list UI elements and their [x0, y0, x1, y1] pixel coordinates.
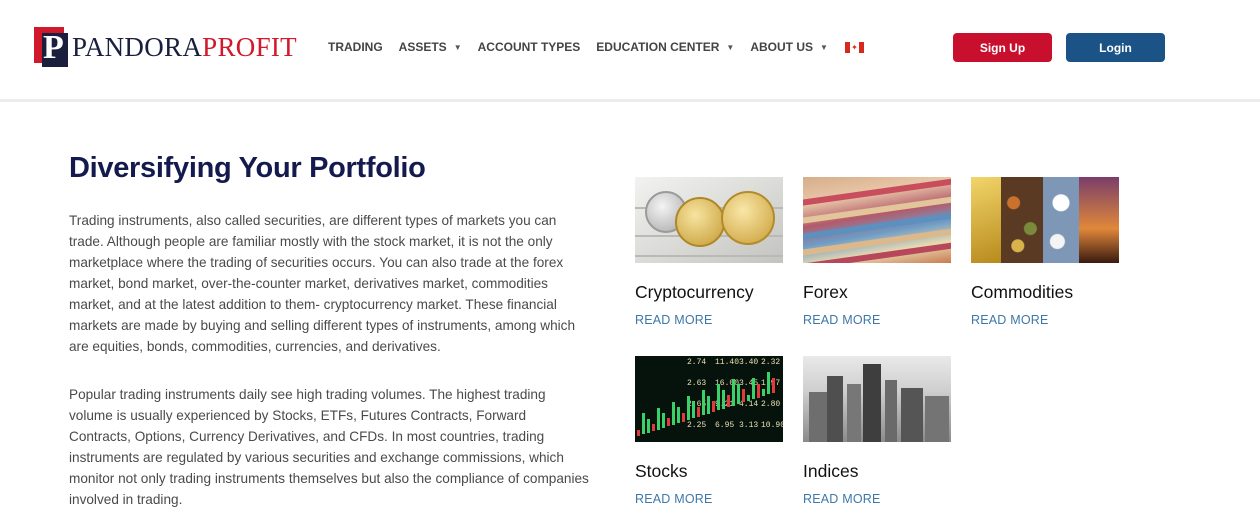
ticker-number: 3.13 [739, 421, 759, 430]
candle-bar [747, 394, 750, 401]
ticker-number: 2.32 [761, 358, 781, 367]
candle-bar [662, 413, 665, 428]
read-more-link[interactable]: READ MORE [635, 313, 713, 327]
logo-text-pandora: PANDORA [72, 32, 203, 62]
candle-bar [642, 413, 645, 435]
main-nav: TRADING ASSETS ▼ ACCOUNT TYPES EDUCATION … [328, 38, 864, 56]
nav-item-account-types[interactable]: ACCOUNT TYPES [478, 40, 581, 54]
page-title: Diversifying Your Portfolio [69, 152, 426, 184]
intro-paragraph: Trading instruments, also called securit… [69, 213, 576, 354]
crypto-coins-image[interactable] [635, 177, 783, 263]
site-header: P PANDORAPROFIT TRADING ASSETS ▼ ACCOUNT … [0, 0, 1260, 102]
card-title[interactable]: Indices [803, 461, 858, 482]
city-skyline-image[interactable] [803, 356, 951, 442]
candle-bar [687, 396, 690, 420]
volume-paragraph: Popular trading instruments daily see hi… [69, 387, 589, 507]
candle-bar [737, 384, 740, 404]
stock-ticker-image[interactable]: 2.7411.403.402.322.6316.003.451.972.659.… [635, 356, 783, 442]
candle-bar [727, 395, 730, 408]
candle-bar [657, 407, 660, 430]
candle-bar [717, 384, 720, 411]
card-title[interactable]: Cryptocurrency [635, 282, 754, 303]
candle-bar [672, 401, 675, 425]
card-title[interactable]: Commodities [971, 282, 1073, 303]
read-more-link[interactable]: READ MORE [635, 492, 713, 506]
candle-bar [677, 407, 680, 424]
ticker-number: 3.40 [739, 358, 759, 367]
chevron-down-icon: ▼ [820, 42, 828, 52]
card-indices: Indices READ MORE [803, 356, 951, 506]
logo-wordmark: PANDORAPROFIT [72, 27, 297, 67]
ticker-number: 10.90 [761, 421, 783, 430]
ticker-number: 6.95 [715, 421, 735, 430]
candle-bar [722, 389, 725, 409]
candle-bar [742, 389, 745, 403]
candle-bar [692, 401, 695, 419]
candle-bar [762, 389, 765, 396]
candle-bar [712, 401, 715, 412]
candle-bar [647, 418, 650, 433]
read-more-link[interactable]: READ MORE [803, 313, 881, 327]
signup-button[interactable]: Sign Up [953, 33, 1052, 62]
candle-bar [772, 377, 775, 393]
candle-bar [732, 378, 735, 406]
pandora-profit-logo[interactable]: P PANDORAPROFIT [34, 27, 297, 67]
candle-bar [637, 430, 640, 436]
ticker-number: 2.63 [687, 379, 707, 388]
candle-bar [682, 412, 685, 422]
ticker-number: 2.25 [687, 421, 707, 430]
candle-bar [757, 383, 760, 398]
logo-text-profit: PROFIT [202, 32, 297, 62]
read-more-link[interactable]: READ MORE [971, 313, 1049, 327]
candle-bar [702, 390, 705, 416]
commodities-collage-image[interactable] [971, 177, 1119, 263]
candle-bar [707, 395, 710, 414]
nav-item-assets[interactable]: ASSETS ▼ [399, 40, 462, 54]
card-forex: Forex READ MORE [803, 177, 951, 327]
card-title[interactable]: Stocks [635, 461, 688, 482]
nav-item-trading[interactable]: TRADING [328, 40, 383, 54]
candle-bar [752, 378, 755, 400]
ticker-number: 3.45 [739, 379, 759, 388]
card-commodities: Commodities READ MORE [971, 177, 1119, 327]
nav-item-about-us[interactable]: ABOUT US ▼ [750, 40, 828, 54]
login-button[interactable]: Login [1066, 33, 1165, 62]
canada-flag-icon[interactable]: ✦ [844, 41, 864, 53]
banknotes-image[interactable] [803, 177, 951, 263]
card-cryptocurrency: Cryptocurrency READ MORE [635, 177, 783, 327]
candle-bar [697, 406, 700, 417]
logo-mark-icon: P [34, 27, 70, 67]
candle-bar [652, 424, 655, 432]
ticker-number: 2.74 [687, 358, 707, 367]
card-title[interactable]: Forex [803, 282, 848, 303]
chevron-down-icon: ▼ [453, 42, 462, 52]
candle-bar [767, 372, 770, 395]
ticker-number: 1.97 [761, 379, 781, 388]
candle-bar [667, 418, 670, 427]
nav-item-education-center[interactable]: EDUCATION CENTER ▼ [596, 40, 734, 54]
read-more-link[interactable]: READ MORE [803, 492, 881, 506]
ticker-number: 11.40 [715, 358, 740, 367]
chevron-down-icon: ▼ [726, 42, 735, 52]
card-stocks: 2.7411.403.402.322.6316.003.451.972.659.… [635, 356, 783, 506]
ticker-number: 2.80 [761, 400, 781, 409]
